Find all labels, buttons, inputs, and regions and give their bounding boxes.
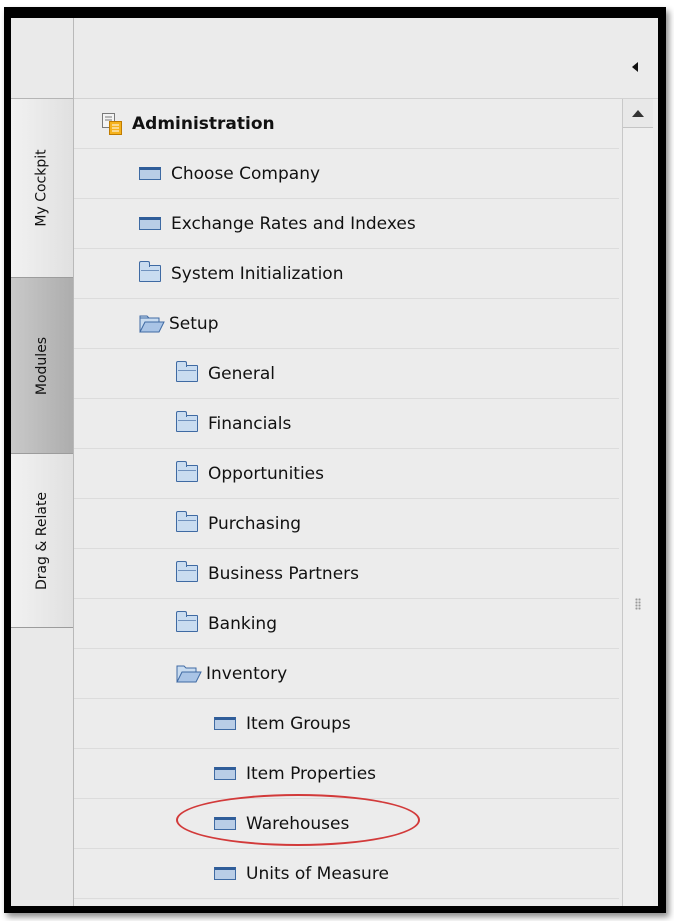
- side-tab-spacer: [11, 18, 73, 99]
- tree-item-label: General: [208, 363, 275, 384]
- folder-open-icon: [139, 315, 165, 333]
- tab-my-cockpit[interactable]: My Cockpit: [11, 99, 73, 278]
- tree-folder-setup[interactable]: Setup: [74, 299, 619, 349]
- folder-open-icon: [176, 665, 202, 683]
- form-icon: [214, 817, 236, 830]
- tree-folder-general[interactable]: General: [74, 349, 619, 399]
- form-icon: [139, 217, 161, 230]
- form-icon: [214, 717, 236, 730]
- tree-folder-opportunities[interactable]: Opportunities: [74, 449, 619, 499]
- folder-icon: [139, 261, 161, 282]
- tab-modules[interactable]: Modules: [11, 278, 73, 454]
- tree-item-label: Opportunities: [208, 463, 324, 484]
- scroll-track[interactable]: [623, 128, 653, 906]
- module-icon: [102, 112, 122, 135]
- tree-item-units-of-measure[interactable]: Units of Measure: [74, 849, 619, 899]
- tree-folder-business-partners[interactable]: Business Partners: [74, 549, 619, 599]
- tree-root-administration[interactable]: Administration: [74, 99, 619, 149]
- folder-icon: [176, 611, 198, 632]
- vertical-scrollbar[interactable]: [622, 99, 653, 906]
- tree-folder-financials[interactable]: Financials: [74, 399, 619, 449]
- tree-folder-inventory[interactable]: Inventory: [74, 649, 619, 699]
- tree-item-label: Inventory: [206, 663, 288, 684]
- tree-item-label: Warehouses: [246, 813, 350, 834]
- tree-item-label: Banking: [208, 613, 277, 634]
- tab-drag-relate-label: Drag & Relate: [34, 491, 51, 590]
- tree-folder-banking[interactable]: Banking: [74, 599, 619, 649]
- folder-icon: [176, 511, 198, 532]
- modules-content: Administration Choose Company Exchange R…: [74, 18, 658, 906]
- collapse-left-icon[interactable]: [632, 62, 638, 72]
- tree-item-choose-company[interactable]: Choose Company: [74, 149, 619, 199]
- tree-item-item-groups[interactable]: Item Groups: [74, 699, 619, 749]
- form-icon: [139, 167, 161, 180]
- tab-my-cockpit-label: My Cockpit: [34, 149, 51, 227]
- tree-folder-system-initialization[interactable]: System Initialization: [74, 249, 619, 299]
- tree-item-label: Exchange Rates and Indexes: [171, 213, 416, 234]
- tree-item-label: Financials: [208, 413, 292, 434]
- folder-icon: [176, 361, 198, 382]
- panel-header: [74, 18, 658, 99]
- folder-icon: [176, 461, 198, 482]
- tree-item-warehouses[interactable]: Warehouses: [74, 799, 619, 849]
- tree-folder-purchasing[interactable]: Purchasing: [74, 499, 619, 549]
- tree-item-label: Choose Company: [171, 163, 321, 184]
- arrow-up-icon: [632, 109, 644, 117]
- tree-item-item-properties[interactable]: Item Properties: [74, 749, 619, 799]
- side-tab-strip: My Cockpit Modules Drag & Relate: [11, 18, 74, 906]
- tree-root-label: Administration: [132, 113, 275, 134]
- main-menu-panel: My Cockpit Modules Drag & Relate Adminis…: [11, 18, 658, 906]
- grip-dots-icon: [635, 598, 641, 610]
- tree-item-exchange-rates[interactable]: Exchange Rates and Indexes: [74, 199, 619, 249]
- tree-item-label: Units of Measure: [246, 863, 389, 884]
- folder-icon: [176, 411, 198, 432]
- tab-drag-relate[interactable]: Drag & Relate: [11, 454, 73, 628]
- tree-item-label: Item Properties: [246, 763, 377, 784]
- tree-item-label: System Initialization: [171, 263, 344, 284]
- form-icon: [214, 767, 236, 780]
- scroll-up-button[interactable]: [623, 99, 653, 128]
- folder-icon: [176, 561, 198, 582]
- module-tree: Administration Choose Company Exchange R…: [74, 99, 619, 899]
- tree-item-label: Business Partners: [208, 563, 360, 584]
- tree-item-label: Item Groups: [246, 713, 351, 734]
- form-icon: [214, 867, 236, 880]
- tree-item-label: Setup: [169, 313, 219, 334]
- tree-item-label: Purchasing: [208, 513, 302, 534]
- tab-modules-label: Modules: [33, 336, 50, 395]
